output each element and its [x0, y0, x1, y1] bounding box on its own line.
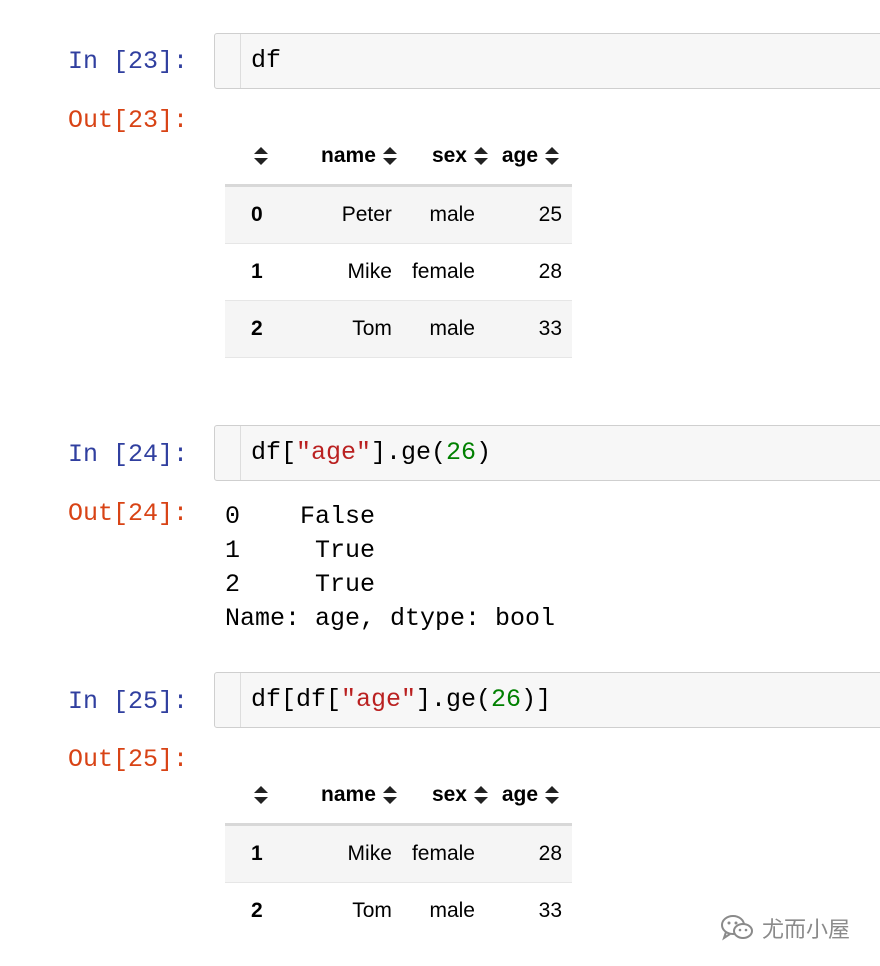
watermark: 尤而小屋 [720, 910, 850, 946]
table-row: 1 Mike female 28 [225, 824, 572, 883]
column-header-sex[interactable]: sex [397, 128, 489, 187]
output-prompt-24: Out[24]: [68, 499, 189, 528]
code-cell-23[interactable]: df [214, 33, 880, 89]
column-header-name[interactable]: name [307, 128, 398, 187]
cell-age: 25 [538, 203, 562, 226]
sort-icon [253, 146, 269, 166]
sort-icon [544, 785, 560, 805]
cell-gutter [240, 426, 241, 480]
cell-sex: female [411, 260, 475, 283]
index-header[interactable] [225, 767, 307, 826]
cell-name: Mike [347, 842, 392, 865]
cell-sex: male [429, 317, 475, 340]
index-header[interactable] [225, 128, 307, 187]
output-prompt-25: Out[25]: [68, 745, 189, 774]
row-index: 0 [251, 203, 263, 226]
watermark-text: 尤而小屋 [762, 918, 851, 943]
cell-name: Mike [347, 260, 392, 283]
cell-age: 33 [538, 899, 562, 922]
cell-age: 28 [538, 842, 562, 865]
cell-sex: male [429, 899, 475, 922]
cell-name: Tom [352, 317, 392, 340]
cell-age: 33 [538, 317, 562, 340]
column-header-age[interactable]: age [488, 128, 572, 187]
table-row: 2 Tom male 33 [225, 883, 572, 940]
input-prompt-24: In [24]: [68, 440, 189, 469]
input-prompt-23: In [23]: [68, 47, 189, 76]
row-index: 2 [251, 899, 263, 922]
row-index: 1 [251, 260, 263, 283]
cell-gutter [240, 673, 241, 727]
column-header-name[interactable]: name [307, 767, 398, 826]
cell-name: Tom [352, 899, 392, 922]
sort-icon [253, 785, 269, 805]
sort-icon [473, 785, 489, 805]
table-row: 0 Peter male 25 [225, 185, 572, 244]
output-prompt-23: Out[23]: [68, 106, 189, 135]
cell-sex: female [411, 842, 475, 865]
table-row: 1 Mike female 28 [225, 244, 572, 301]
code-text: df [251, 46, 282, 75]
cell-sex: male [429, 203, 475, 226]
wechat-icon [721, 915, 753, 941]
column-header-sex[interactable]: sex [397, 767, 489, 826]
sort-icon [382, 785, 398, 805]
sort-icon [382, 146, 398, 166]
cell-name: Peter [341, 203, 392, 226]
sort-icon [473, 146, 489, 166]
cell-gutter [240, 34, 241, 88]
input-prompt-25: In [25]: [68, 687, 189, 716]
series-output-24: 0 False 1 True 2 True Name: age, dtype: … [225, 502, 556, 633]
row-index: 2 [251, 317, 263, 340]
sort-icon [544, 146, 560, 166]
row-index: 1 [251, 842, 263, 865]
table-row: 2 Tom male 33 [225, 300, 572, 358]
cell-age: 28 [538, 260, 562, 283]
dataframe-output-23: name sex age 0 Peter male 25 1 Mike fema… [225, 128, 572, 358]
code-cell-25[interactable]: df[df["age"].ge(26)] [214, 672, 880, 728]
code-cell-24[interactable]: df["age"].ge(26) [214, 425, 880, 481]
column-header-age[interactable]: age [488, 767, 572, 826]
code-text: df[df["age"].ge(26)] [251, 685, 552, 714]
code-text: df["age"].ge(26) [251, 438, 492, 467]
dataframe-output-25: name sex age 1 Mike female 28 2 Tom male… [225, 767, 572, 939]
